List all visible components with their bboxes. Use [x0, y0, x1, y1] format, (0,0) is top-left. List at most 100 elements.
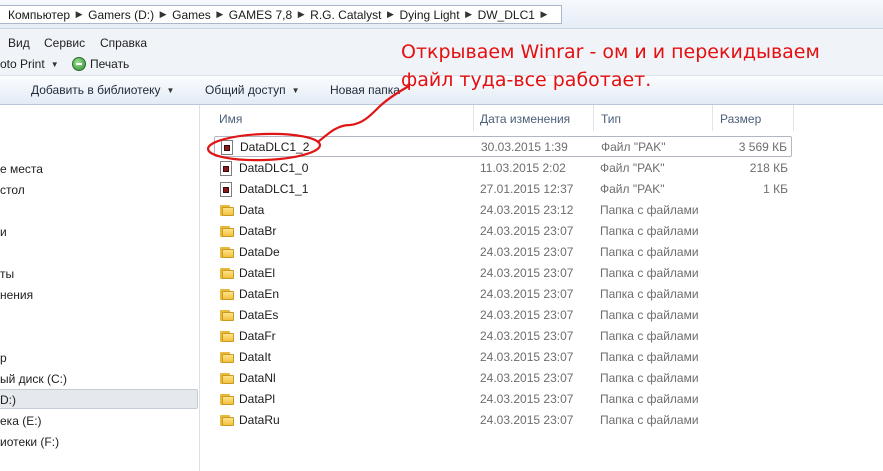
nav-item-drive-f[interactable]: иотеки (F:): [0, 433, 59, 451]
folder-icon: [220, 372, 234, 384]
folder-row[interactable]: DataEs 24.03.2015 23:07 Папка с файлами: [214, 305, 792, 326]
file-row[interactable]: DataDLC1_2 30.03.2015 1:39 Файл "PAK" 3 …: [214, 136, 792, 157]
column-separator[interactable]: [793, 105, 794, 131]
folder-type: Папка с файлами: [600, 371, 699, 385]
annotation-text: Открываем Winrar - ом и и перекидываем ф…: [401, 38, 871, 94]
pak-file-icon: [220, 182, 232, 197]
nav-item-drive-d[interactable]: D:): [0, 391, 16, 409]
column-separator[interactable]: [593, 105, 594, 131]
chevron-right-icon[interactable]: ▶: [213, 6, 227, 23]
nav-item-drive-c[interactable]: ый диск (C:): [0, 370, 67, 388]
column-header-name[interactable]: Имя: [219, 108, 242, 130]
column-separator[interactable]: [473, 105, 474, 131]
file-date: 30.03.2015 1:39: [481, 140, 568, 154]
folder-date: 24.03.2015 23:07: [480, 371, 574, 385]
file-type: Файл "PAK": [601, 140, 666, 154]
folder-row[interactable]: DataEn 24.03.2015 23:07 Папка с файлами: [214, 284, 792, 305]
file-date: 27.01.2015 12:37: [480, 182, 574, 196]
folder-date: 24.03.2015 23:07: [480, 287, 574, 301]
folder-type: Папка с файлами: [600, 224, 699, 238]
folder-row[interactable]: DataBr 24.03.2015 23:07 Папка с файлами: [214, 221, 792, 242]
column-header-type[interactable]: Тип: [601, 108, 621, 130]
folder-type: Папка с файлами: [600, 350, 699, 364]
chevron-right-icon[interactable]: ▶: [72, 6, 86, 23]
chevron-right-icon[interactable]: ▶: [294, 6, 308, 23]
folder-type: Папка с файлами: [600, 266, 699, 280]
navigation-pane[interactable]: е места стол и ты нения р ый диск (C:) D…: [0, 105, 200, 471]
folder-name: DataEn: [239, 287, 280, 301]
nav-item-4[interactable]: ты: [0, 265, 14, 283]
folder-icon: [220, 393, 234, 405]
breadcrumb-games-78[interactable]: GAMES 7,8: [227, 6, 294, 23]
folder-row[interactable]: DataNl 24.03.2015 23:07 Папка с файлами: [214, 368, 792, 389]
folder-icon: [220, 351, 234, 363]
menu-help[interactable]: Справка: [100, 36, 147, 50]
folder-date: 24.03.2015 23:07: [480, 350, 574, 364]
share-button[interactable]: Общий доступ ▼: [205, 83, 300, 97]
nav-item-desktop[interactable]: стол: [0, 181, 25, 199]
folder-type: Папка с файлами: [600, 413, 699, 427]
nav-item-computer[interactable]: р: [0, 349, 7, 367]
file-name: DataDLC1_0: [239, 161, 309, 175]
chevron-right-icon[interactable]: ▶: [462, 6, 476, 23]
column-header-size[interactable]: Размер: [720, 108, 761, 130]
folder-icon: [220, 309, 234, 321]
breadcrumb[interactable]: Компьютер ▶ Gamers (D:) ▶ Games ▶ GAMES …: [0, 5, 562, 24]
folder-name: DataPl: [239, 392, 276, 406]
folder-type: Папка с файлами: [600, 203, 699, 217]
chevron-right-icon[interactable]: ▶: [384, 6, 398, 23]
print-button[interactable]: Печать: [72, 57, 129, 71]
folder-icon: [220, 225, 234, 237]
nav-item-3[interactable]: и: [0, 223, 7, 241]
folder-row[interactable]: DataDe 24.03.2015 23:07 Папка с файлами: [214, 242, 792, 263]
annotation-line-2: файл туда-все работает.: [401, 69, 652, 91]
column-header-date[interactable]: Дата изменения: [480, 108, 570, 130]
file-date: 11.03.2015 2:02: [480, 161, 566, 175]
column-separator[interactable]: [712, 105, 713, 131]
nav-item-recent-places[interactable]: е места: [0, 160, 43, 178]
folder-name: DataFr: [239, 329, 276, 343]
pak-file-icon: [221, 140, 233, 155]
nav-item-5[interactable]: нения: [0, 286, 33, 304]
photo-print-button[interactable]: oto Print ▼: [0, 57, 65, 71]
folder-row[interactable]: DataIt 24.03.2015 23:07 Папка с файлами: [214, 347, 792, 368]
add-to-library-button[interactable]: Добавить в библиотеку ▼: [31, 83, 174, 97]
folder-name: DataNl: [239, 371, 276, 385]
folder-type: Папка с файлами: [600, 329, 699, 343]
folder-row[interactable]: DataFr 24.03.2015 23:07 Папка с файлами: [214, 326, 792, 347]
chevron-right-icon[interactable]: ▶: [156, 6, 170, 23]
breadcrumb-games[interactable]: Games: [170, 6, 213, 23]
nav-item-drive-e[interactable]: ека (E:): [0, 412, 42, 430]
breadcrumb-computer[interactable]: Компьютер: [6, 6, 72, 23]
file-name: DataDLC1_2: [240, 140, 310, 154]
folder-date: 24.03.2015 23:07: [480, 245, 574, 259]
file-type: Файл "PAK": [600, 182, 665, 196]
folder-row[interactable]: DataEl 24.03.2015 23:07 Папка с файлами: [214, 263, 792, 284]
breadcrumb-dying-light[interactable]: Dying Light: [398, 6, 462, 23]
file-row[interactable]: DataDLC1_1 27.01.2015 12:37 Файл "PAK" 1…: [214, 179, 792, 200]
folder-date: 24.03.2015 23:07: [480, 224, 574, 238]
breadcrumb-gamers-drive[interactable]: Gamers (D:): [86, 6, 156, 23]
menu-view[interactable]: Вид: [8, 36, 30, 50]
file-type: Файл "PAK": [600, 161, 665, 175]
folder-name: DataIt: [239, 350, 272, 364]
print-label: Печать: [90, 57, 130, 71]
folder-row[interactable]: DataRu 24.03.2015 23:07 Папка с файлами: [214, 410, 792, 431]
folder-row[interactable]: DataPl 24.03.2015 23:07 Папка с файлами: [214, 389, 792, 410]
breadcrumb-dw-dlc1[interactable]: DW_DLC1: [476, 6, 537, 23]
chevron-right-icon[interactable]: ▶: [537, 6, 551, 23]
chevron-down-icon[interactable]: ▼: [51, 60, 59, 69]
folder-row[interactable]: Data 24.03.2015 23:12 Папка с файлами: [214, 200, 792, 221]
folder-icon: [220, 288, 234, 300]
folder-type: Папка с файлами: [600, 308, 699, 322]
new-folder-button[interactable]: Новая папка: [330, 83, 400, 97]
file-row[interactable]: DataDLC1_0 11.03.2015 2:02 Файл "PAK" 21…: [214, 158, 792, 179]
folder-date: 24.03.2015 23:07: [480, 413, 574, 427]
photo-print-label: oto Print: [0, 57, 45, 71]
file-size: 3 569 КБ: [738, 140, 787, 154]
breadcrumb-rg-catalyst[interactable]: R.G. Catalyst: [308, 6, 383, 23]
menu-service[interactable]: Сервис: [44, 36, 85, 50]
folder-icon: [220, 267, 234, 279]
folder-icon: [220, 330, 234, 342]
file-size: 218 КБ: [749, 161, 788, 175]
